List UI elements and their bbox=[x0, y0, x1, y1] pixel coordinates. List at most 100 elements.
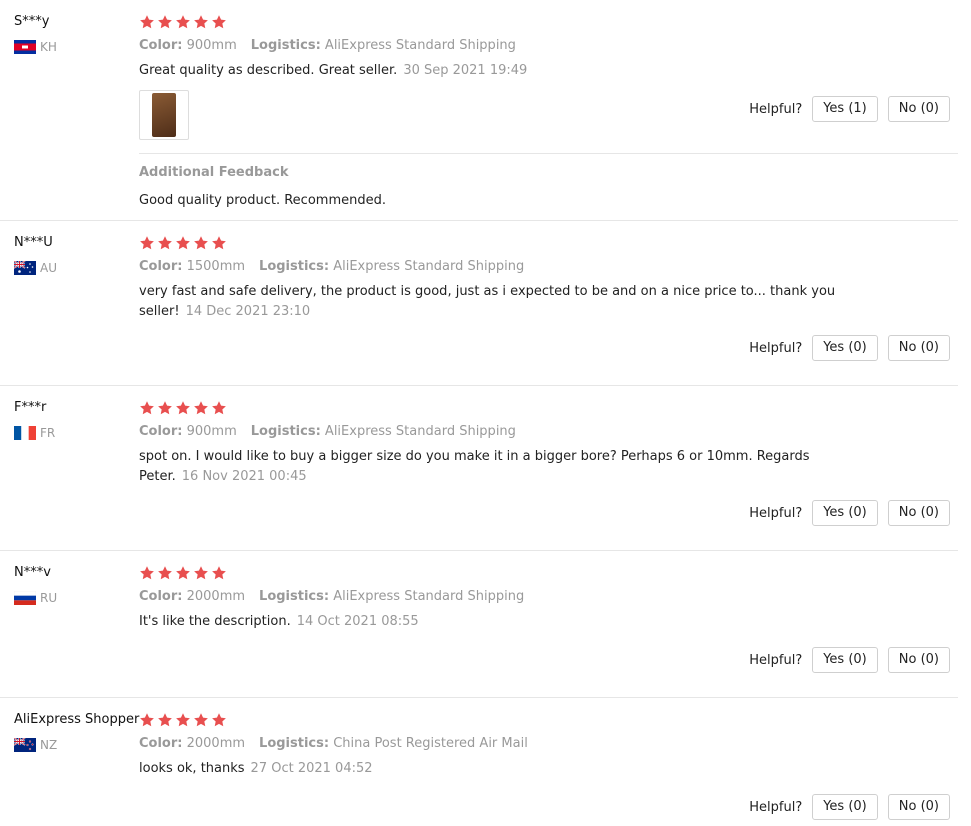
star-icon bbox=[139, 400, 155, 416]
review-item: F***r FR Color: 900mm Logistics: AliExpre… bbox=[0, 386, 958, 551]
helpful-no-button[interactable]: No (0) bbox=[887, 335, 950, 361]
star-icon bbox=[139, 565, 155, 581]
logistics-label: Logistics: bbox=[250, 424, 321, 439]
color-label: Color: bbox=[139, 259, 183, 274]
star-icon bbox=[211, 400, 227, 416]
helpful-yes-button[interactable]: Yes (0) bbox=[812, 335, 878, 361]
color-value: 900mm bbox=[186, 38, 237, 53]
additional-feedback-text: Good quality product. Recommended. bbox=[139, 193, 386, 208]
star-icon bbox=[193, 712, 209, 728]
star-icon bbox=[139, 235, 155, 251]
review-item: S***y KH Color: 900mm Logistics: AliExpre… bbox=[0, 0, 958, 221]
product-attributes: Color: 900mm Logistics: AliExpress Standa… bbox=[139, 424, 516, 439]
color-value: 2000mm bbox=[186, 589, 246, 604]
logistics-label: Logistics: bbox=[250, 38, 321, 53]
review-text: spot on. I would like to buy a bigger si… bbox=[139, 447, 839, 487]
helpful-vote: Helpful? Yes (0) No (0) bbox=[749, 647, 950, 673]
review-text: Great quality as described. Great seller… bbox=[139, 61, 839, 81]
star-rating bbox=[139, 235, 227, 251]
star-rating bbox=[139, 400, 227, 416]
star-icon bbox=[175, 712, 191, 728]
logistics-value: AliExpress Standard Shipping bbox=[324, 424, 516, 439]
helpful-no-button[interactable]: No (0) bbox=[887, 794, 950, 820]
review-date: 27 Oct 2021 04:52 bbox=[250, 761, 373, 776]
review-date: 14 Dec 2021 23:10 bbox=[185, 304, 311, 319]
helpful-yes-button[interactable]: Yes (0) bbox=[812, 500, 878, 526]
helpful-vote: Helpful? Yes (0) No (0) bbox=[749, 335, 950, 361]
star-icon bbox=[211, 712, 227, 728]
star-icon bbox=[193, 565, 209, 581]
color-value: 900mm bbox=[186, 424, 237, 439]
reviewer-country: FR bbox=[14, 426, 55, 440]
helpful-vote: Helpful? Yes (1) No (0) bbox=[749, 96, 950, 122]
star-icon bbox=[139, 712, 155, 728]
reviewer-name: F***r bbox=[14, 400, 47, 415]
helpful-yes-button[interactable]: Yes (0) bbox=[812, 647, 878, 673]
country-code: KH bbox=[40, 40, 57, 54]
helpful-label: Helpful? bbox=[749, 799, 803, 815]
reviewer-name: N***v bbox=[14, 565, 51, 580]
new-zealand-flag-icon bbox=[14, 738, 36, 752]
color-label: Color: bbox=[139, 424, 183, 439]
review-text: very fast and safe delivery, the product… bbox=[139, 282, 839, 322]
reviewer-name: S***y bbox=[14, 14, 50, 29]
australia-flag-icon bbox=[14, 261, 36, 275]
logistics-label: Logistics: bbox=[259, 589, 330, 604]
helpful-label: Helpful? bbox=[749, 652, 803, 668]
photo-image bbox=[152, 93, 176, 137]
logistics-label: Logistics: bbox=[259, 259, 330, 274]
product-attributes: Color: 900mm Logistics: AliExpress Standa… bbox=[139, 38, 516, 53]
star-icon bbox=[175, 14, 191, 30]
star-icon bbox=[157, 235, 173, 251]
star-rating bbox=[139, 712, 227, 728]
reviewer-name: N***U bbox=[14, 235, 53, 250]
star-icon bbox=[157, 565, 173, 581]
review-item: AliExpress Shopper NZ Color: 2000mm Logis… bbox=[0, 698, 958, 826]
star-icon bbox=[193, 400, 209, 416]
star-icon bbox=[193, 235, 209, 251]
star-icon bbox=[211, 235, 227, 251]
review-body: Great quality as described. Great seller… bbox=[139, 63, 398, 78]
product-attributes: Color: 1500mm Logistics: AliExpress Stand… bbox=[139, 259, 524, 274]
helpful-label: Helpful? bbox=[749, 101, 803, 117]
review-body: looks ok, thanks bbox=[139, 761, 245, 776]
country-code: RU bbox=[40, 591, 58, 605]
france-flag-icon bbox=[14, 426, 36, 440]
logistics-value: AliExpress Standard Shipping bbox=[324, 38, 516, 53]
cambodia-flag-icon bbox=[14, 40, 36, 54]
star-icon bbox=[139, 14, 155, 30]
star-rating bbox=[139, 565, 227, 581]
star-icon bbox=[175, 400, 191, 416]
helpful-no-button[interactable]: No (0) bbox=[887, 647, 950, 673]
reviewer-country: KH bbox=[14, 40, 57, 54]
review-text: looks ok, thanks 27 Oct 2021 04:52 bbox=[139, 759, 839, 779]
product-attributes: Color: 2000mm Logistics: AliExpress Stand… bbox=[139, 589, 524, 604]
helpful-yes-button[interactable]: Yes (1) bbox=[812, 96, 878, 122]
divider bbox=[139, 153, 958, 154]
product-attributes: Color: 2000mm Logistics: China Post Regis… bbox=[139, 736, 528, 751]
helpful-no-button[interactable]: No (0) bbox=[887, 500, 950, 526]
reviewer-name: AliExpress Shopper bbox=[14, 712, 140, 727]
color-label: Color: bbox=[139, 38, 183, 53]
review-text: It's like the description. 14 Oct 2021 08… bbox=[139, 612, 839, 632]
star-icon bbox=[211, 14, 227, 30]
additional-feedback-heading: Additional Feedback bbox=[139, 165, 289, 180]
reviewer-country: AU bbox=[14, 261, 57, 275]
helpful-no-button[interactable]: No (0) bbox=[887, 96, 950, 122]
star-icon bbox=[193, 14, 209, 30]
logistics-value: AliExpress Standard Shipping bbox=[333, 589, 525, 604]
review-date: 14 Oct 2021 08:55 bbox=[296, 614, 419, 629]
country-code: NZ bbox=[40, 738, 58, 752]
russia-flag-icon bbox=[14, 591, 36, 605]
star-rating bbox=[139, 14, 227, 30]
logistics-label: Logistics: bbox=[259, 736, 330, 751]
helpful-yes-button[interactable]: Yes (0) bbox=[812, 794, 878, 820]
helpful-label: Helpful? bbox=[749, 340, 803, 356]
logistics-value: China Post Registered Air Mail bbox=[333, 736, 528, 751]
color-label: Color: bbox=[139, 589, 183, 604]
star-icon bbox=[157, 400, 173, 416]
review-photo-thumbnail[interactable] bbox=[139, 90, 189, 140]
logistics-value: AliExpress Standard Shipping bbox=[333, 259, 525, 274]
helpful-vote: Helpful? Yes (0) No (0) bbox=[749, 794, 950, 820]
review-date: 16 Nov 2021 00:45 bbox=[181, 469, 307, 484]
